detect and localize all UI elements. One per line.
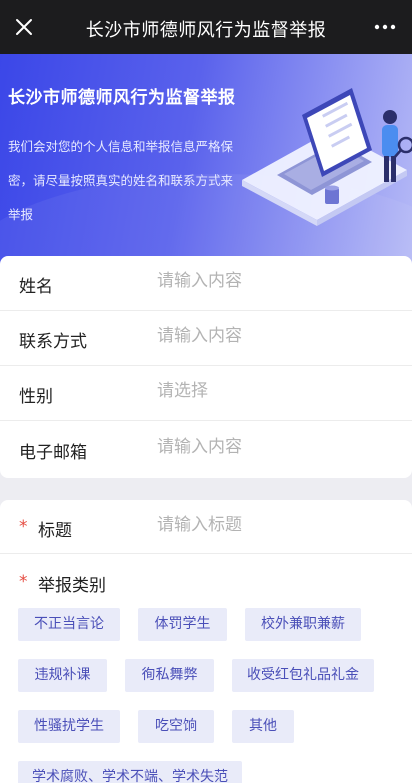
category-tag[interactable]: 性骚扰学生 [18, 710, 120, 743]
category-tag[interactable]: 体罚学生 [138, 608, 227, 641]
title-label: 标题 [38, 521, 72, 541]
form-row-contact: 联系方式 [0, 311, 412, 366]
banner-heading: 长沙市师德师风行为监督举报 [8, 88, 236, 108]
name-input[interactable] [157, 271, 387, 291]
category-tag[interactable]: 徇私舞弊 [125, 659, 214, 692]
contact-label: 联系方式 [19, 332, 87, 352]
personal-info-card: 姓名 联系方式 性别 电子邮箱 [0, 256, 412, 478]
form-row-gender[interactable]: 性别 [0, 366, 412, 421]
report-details-card: * 标题 * 举报类别 不正当言论 体罚学生 校外兼职兼薪 违规补课 徇私舞弊 … [0, 500, 412, 783]
title-input[interactable] [157, 515, 387, 535]
form-row-email: 电子邮箱 [0, 422, 412, 477]
top-bar: 长沙市师德师风行为监督举报 [0, 0, 412, 54]
banner: 长沙市师德师风行为监督举报 我们会对您的个人信息和举报信息严格保密，请尽量按照真… [0, 54, 412, 282]
required-mark: * [19, 517, 28, 537]
page-title: 长沙市师德师风行为监督举报 [85, 20, 327, 41]
gender-select[interactable] [157, 381, 387, 401]
gender-label: 性别 [19, 387, 53, 407]
category-tag[interactable]: 收受红包礼品礼金 [232, 659, 374, 692]
name-label: 姓名 [19, 277, 53, 297]
contact-input[interactable] [157, 326, 387, 346]
category-tag[interactable]: 不正当言论 [18, 608, 120, 641]
email-input[interactable] [157, 437, 387, 457]
email-label: 电子邮箱 [19, 443, 87, 463]
required-mark: * [19, 572, 28, 592]
banner-description: 我们会对您的个人信息和举报信息严格保密，请尽量按照真实的姓名和联系方式来举报 [8, 139, 234, 222]
category-tag[interactable]: 违规补课 [18, 659, 107, 692]
category-tag[interactable]: 其他 [232, 710, 294, 743]
category-tag[interactable]: 校外兼职兼薪 [245, 608, 361, 641]
form-row-title: * 标题 [0, 500, 412, 554]
category-tag[interactable]: 学术腐败、学术不端、学术失范 [18, 761, 242, 783]
category-tag[interactable]: 吃空饷 [138, 710, 214, 743]
category-label: 举报类别 [38, 576, 106, 596]
laptop-person-illustration-icon [242, 88, 412, 226]
more-icon[interactable] [372, 14, 398, 40]
form-row-name: 姓名 [0, 256, 412, 311]
